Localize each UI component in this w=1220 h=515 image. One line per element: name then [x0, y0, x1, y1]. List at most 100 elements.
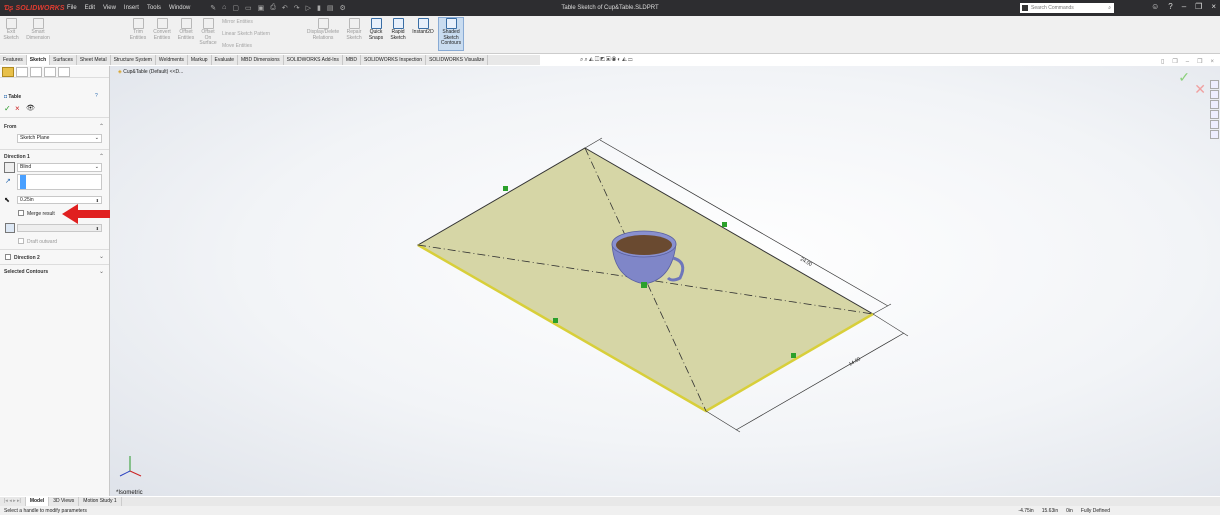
relation-marker[interactable]: [503, 186, 508, 191]
tab-scroll-arrows-icon[interactable]: |◂ ◂ ▸ ▸|: [0, 497, 26, 506]
tab-surfaces[interactable]: Surfaces: [50, 55, 77, 65]
tab-model[interactable]: Model: [25, 497, 50, 506]
ok-check-icon[interactable]: ✓: [4, 104, 11, 113]
display-delete-relations-button[interactable]: Display/Delete Relations: [304, 18, 342, 41]
origin-marker[interactable]: [641, 282, 647, 288]
tab-features[interactable]: Features: [0, 55, 27, 65]
search-scope-icon[interactable]: [1022, 5, 1028, 11]
feature-manager-tab[interactable]: [2, 66, 14, 77]
mirror-entities-button[interactable]: Mirror Entities: [222, 19, 253, 25]
display-manager-tab[interactable]: [58, 66, 70, 77]
draft-toggle-icon[interactable]: [5, 223, 15, 233]
user-icon[interactable]: ☺: [1151, 2, 1159, 11]
file-explorer-icon[interactable]: [1210, 100, 1219, 109]
from-select[interactable]: Sketch Plane ⌄: [17, 134, 102, 143]
minimize-icon[interactable]: –: [1182, 2, 1186, 11]
options-gear-icon[interactable]: ⚙: [340, 4, 346, 12]
relation-marker[interactable]: [791, 353, 796, 358]
direction-selection-box[interactable]: [17, 174, 102, 190]
file-properties-icon[interactable]: ▤: [327, 4, 334, 12]
configuration-manager-tab[interactable]: [30, 66, 42, 77]
draft-angle-input[interactable]: ⬍: [17, 224, 102, 232]
direction2-checkbox[interactable]: [5, 254, 11, 260]
draft-outward-checkbox[interactable]: [18, 238, 24, 244]
doc-maximize-icon[interactable]: ❐: [1197, 59, 1202, 65]
undo-icon[interactable]: ↶: [282, 4, 288, 12]
cancel-x-icon[interactable]: ×: [15, 104, 20, 113]
shaded-sketch-contours-button[interactable]: Shaded Sketch Contours: [438, 17, 464, 51]
tab-solidworks-visualize[interactable]: SOLIDWORKS Visualize: [426, 55, 489, 65]
menu-insert[interactable]: Insert: [124, 5, 139, 11]
merge-result-checkbox[interactable]: [18, 210, 24, 216]
tab-evaluate[interactable]: Evaluate: [212, 55, 238, 65]
expand-contours-icon[interactable]: ⌄: [99, 268, 104, 275]
help-icon[interactable]: ?: [1168, 2, 1172, 11]
spinner-icon[interactable]: ⬍: [96, 225, 99, 232]
collapse-from-icon[interactable]: ⌃: [99, 123, 104, 130]
print-icon[interactable]: ⎙: [270, 4, 276, 12]
save-icon[interactable]: ▣: [258, 4, 265, 12]
relation-marker[interactable]: [553, 318, 558, 323]
linear-sketch-pattern-button[interactable]: Linear Sketch Pattern: [222, 31, 270, 37]
expand-direction2-icon[interactable]: ⌄: [99, 253, 104, 260]
tab-mbd-dimensions[interactable]: MBD Dimensions: [238, 55, 284, 65]
view-palette-icon[interactable]: [1210, 110, 1219, 119]
end-condition-select[interactable]: Blind ⌄: [17, 163, 102, 172]
tab-solidworks-addins[interactable]: SOLIDWORKS Add-Ins: [284, 55, 343, 65]
appearances-icon[interactable]: [1210, 120, 1219, 129]
home-icon[interactable]: ⌂: [222, 4, 226, 12]
menu-tools[interactable]: Tools: [147, 5, 161, 11]
tab-sketch[interactable]: Sketch: [26, 55, 51, 65]
property-manager-tab[interactable]: [16, 66, 28, 77]
custom-properties-icon[interactable]: [1210, 130, 1219, 139]
repair-sketch-button[interactable]: Repair Sketch: [344, 18, 364, 41]
collapse-direction1-icon[interactable]: ⌃: [99, 153, 104, 160]
doc-close-icon[interactable]: ×: [1210, 59, 1214, 65]
tab-structure-system[interactable]: Structure System: [111, 55, 156, 65]
solidworks-resources-icon[interactable]: [1210, 80, 1219, 89]
dimension-14-label[interactable]: 14.00: [848, 356, 862, 368]
instant2d-button[interactable]: Instant2D: [410, 18, 436, 36]
selected-contours-title[interactable]: Selected Contours: [4, 269, 48, 275]
pin-icon[interactable]: ✎: [210, 4, 216, 12]
open-icon[interactable]: ▭: [245, 4, 252, 12]
direction1-section-title[interactable]: Direction 1: [4, 154, 30, 160]
tab-solidworks-inspection[interactable]: SOLIDWORKS Inspection: [361, 55, 427, 65]
exit-sketch-button[interactable]: Exit Sketch: [2, 18, 20, 41]
dimxpert-manager-tab[interactable]: [44, 66, 56, 77]
convert-entities-button[interactable]: Convert Entities: [150, 18, 174, 41]
menu-view[interactable]: View: [103, 5, 116, 11]
rebuild-icon[interactable]: ▮: [317, 4, 321, 12]
solidworks-logo[interactable]: Ɗʂ SOLIDWORKS: [4, 5, 65, 12]
menu-file[interactable]: File: [67, 5, 77, 11]
graphics-area[interactable]: ◈ Cup&Table (Default) <<D... ✓ ✕ 24.00 1…: [110, 66, 1220, 496]
new-document-icon[interactable]: ▢: [232, 4, 239, 12]
doc-minimize-icon[interactable]: –: [1186, 59, 1189, 65]
view-settings-icon[interactable]: ▭: [628, 57, 634, 63]
trim-entities-button[interactable]: Trim Entities: [128, 18, 148, 41]
from-section-title[interactable]: From: [4, 124, 17, 130]
tab-mbd[interactable]: MBD: [343, 55, 361, 65]
reverse-direction-icon[interactable]: [4, 162, 15, 173]
smart-dimension-button[interactable]: Smart Dimension: [24, 18, 52, 41]
close-icon[interactable]: ×: [1211, 2, 1216, 11]
select-icon[interactable]: ▷: [306, 4, 311, 12]
rapid-sketch-button[interactable]: Rapid Sketch: [388, 18, 408, 41]
search-commands-input[interactable]: Search Commands ⌕: [1020, 3, 1114, 13]
redo-icon[interactable]: ↷: [294, 4, 300, 12]
design-library-icon[interactable]: [1210, 90, 1219, 99]
restore-icon[interactable]: ❐: [1195, 2, 1202, 11]
doc-restore-icon[interactable]: ❐: [1172, 59, 1177, 65]
preview-eye-icon[interactable]: 👁: [26, 104, 35, 112]
tab-3d-views[interactable]: 3D Views: [49, 497, 80, 506]
menu-window[interactable]: Window: [169, 5, 190, 11]
search-icon[interactable]: ⌕: [1108, 5, 1111, 11]
tile-icon[interactable]: ▯: [1161, 59, 1164, 65]
help-icon[interactable]: ?: [95, 93, 98, 99]
dimension-24-label[interactable]: 24.00: [799, 257, 813, 269]
move-entities-button[interactable]: Move Entities: [222, 43, 252, 49]
tab-motion-study-1[interactable]: Motion Study 1: [79, 497, 122, 506]
offset-entities-button[interactable]: Offset Entities: [175, 18, 197, 41]
quick-snaps-button[interactable]: Quick Snaps: [367, 18, 385, 41]
relation-marker[interactable]: [722, 222, 727, 227]
